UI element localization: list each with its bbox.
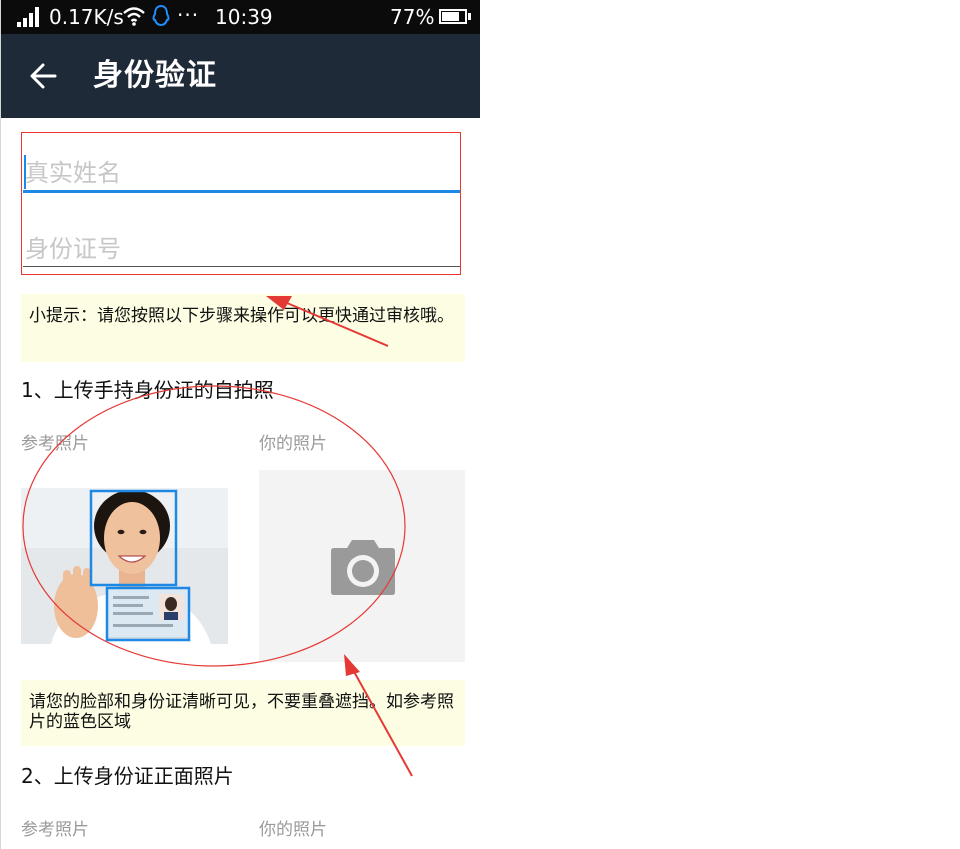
tip-box-1: 小提示：请您按照以下步骤来操作可以更快通过审核哦。 — [21, 294, 465, 362]
selfie-upload-slot[interactable] — [259, 470, 465, 662]
status-dots: ··· — [177, 3, 200, 27]
step1-yours-label: 你的照片 — [259, 434, 327, 454]
real-name-underline — [23, 190, 461, 193]
network-speed: 0.17K/s — [49, 5, 124, 29]
step2-heading: 2、上传身份证正面照片 — [21, 764, 234, 788]
reference-sample-photo — [21, 488, 228, 644]
signal-icon — [17, 7, 39, 27]
battery-tip — [468, 13, 471, 20]
camera-icon — [331, 540, 395, 595]
status-bar: 0.17K/s ··· 10:39 77% — [1, 0, 480, 34]
step2-yours-label: 你的照片 — [259, 820, 327, 840]
battery-icon — [439, 9, 467, 24]
battery-percent: 77% — [390, 5, 435, 29]
wifi-icon — [123, 7, 145, 26]
back-arrow-icon — [30, 63, 57, 89]
phone-screen: 0.17K/s ··· 10:39 77% 身份验证 小提示： — [0, 0, 480, 849]
page-title: 身份验证 — [93, 58, 217, 93]
step2-reference-label: 参考照片 — [21, 820, 89, 840]
id-number-underline — [23, 266, 461, 267]
app-bar: 身份验证 — [1, 34, 480, 118]
battery-fill — [442, 12, 459, 21]
status-time: 10:39 — [215, 5, 273, 29]
step1-reference-label: 参考照片 — [21, 434, 89, 454]
back-button[interactable] — [23, 54, 67, 98]
tip-box-2: 请您的脸部和身份证清晰可见，不要重叠遮挡。如参考照片的蓝色区域 — [21, 680, 465, 746]
qq-icon — [152, 4, 170, 27]
step1-heading: 1、上传手持身份证的自拍照 — [21, 378, 274, 402]
text-caret — [24, 155, 26, 189]
